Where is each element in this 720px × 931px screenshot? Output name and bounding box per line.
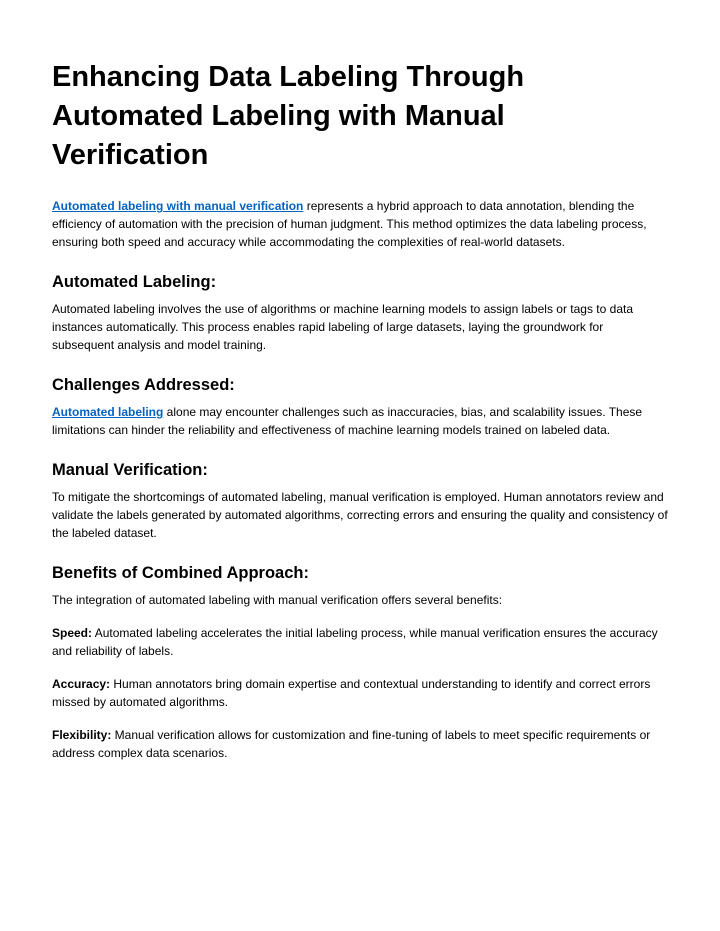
body-automated-labeling: Automated labeling involves the use of a… [52,300,668,354]
heading-automated-labeling: Automated Labeling: [52,273,668,292]
heading-benefits: Benefits of Combined Approach: [52,564,668,583]
benefit-flexibility: Flexibility: Manual verification allows … [52,726,668,762]
page-title: Enhancing Data Labeling Through Automate… [52,58,668,175]
benefit-speed: Speed: Automated labeling accelerates th… [52,624,668,660]
benefit-speed-text: Automated labeling accelerates the initi… [52,626,658,658]
benefit-speed-label: Speed: [52,626,92,640]
intro-link[interactable]: Automated labeling with manual verificat… [52,199,303,213]
benefit-flexibility-text: Manual verification allows for customiza… [52,728,650,760]
benefit-accuracy-label: Accuracy: [52,677,110,691]
intro-paragraph: Automated labeling with manual verificat… [52,197,668,251]
benefit-flexibility-label: Flexibility: [52,728,111,742]
body-manual-verification: To mitigate the shortcomings of automate… [52,488,668,542]
heading-challenges: Challenges Addressed: [52,376,668,395]
benefits-intro: The integration of automated labeling wi… [52,591,668,609]
challenges-link[interactable]: Automated labeling [52,405,163,419]
benefit-accuracy-text: Human annotators bring domain expertise … [52,677,650,709]
benefit-accuracy: Accuracy: Human annotators bring domain … [52,675,668,711]
heading-manual-verification: Manual Verification: [52,461,668,480]
body-challenges: Automated labeling alone may encounter c… [52,403,668,439]
